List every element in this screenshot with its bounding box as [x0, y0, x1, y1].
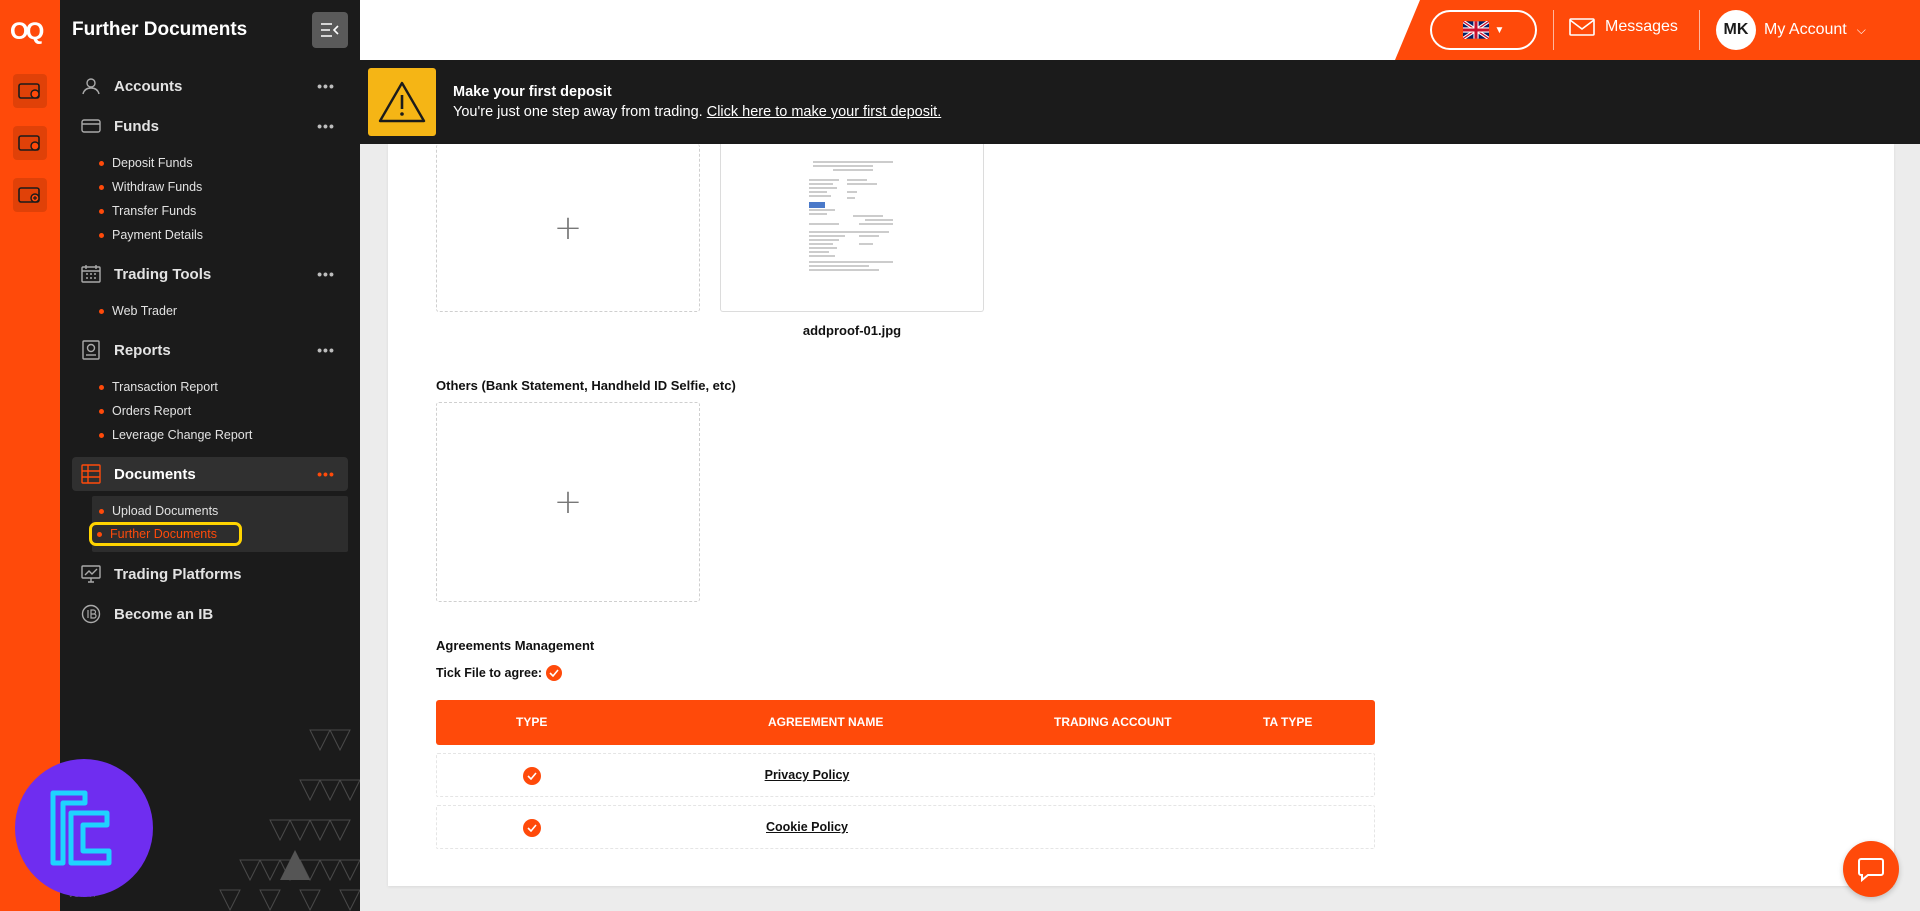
watermark-logo — [15, 759, 153, 897]
sidebar-item-documents[interactable]: Documents ••• — [72, 457, 348, 491]
sidebar-subitem-leverage-change-report[interactable]: Leverage Change Report — [99, 428, 252, 442]
column-type: TYPE — [516, 715, 548, 729]
agree-checkbox[interactable] — [523, 819, 541, 837]
app-logo[interactable]: OQ — [10, 18, 52, 45]
ib-icon — [80, 603, 102, 625]
sidebar-item-accounts[interactable]: Accounts ••• — [72, 69, 348, 103]
sidebar-subitem-withdraw-funds[interactable]: Withdraw Funds — [99, 180, 202, 194]
add-wallet-icon — [18, 187, 40, 203]
sidebar-item-trading-tools[interactable]: Trading Tools ••• — [72, 257, 348, 291]
sidebar-subitem-payment-details[interactable]: Payment Details — [99, 228, 203, 242]
divider — [1699, 10, 1700, 50]
agreements-title: Agreements Management — [436, 638, 595, 653]
calendar-icon — [80, 263, 102, 285]
sidebar-subitem-orders-report[interactable]: Orders Report — [99, 404, 191, 418]
sidebar-item-become-an-ib[interactable]: Become an IB — [72, 597, 348, 631]
column-trading-account: TRADING ACCOUNT — [1054, 715, 1172, 729]
divider — [1553, 10, 1554, 50]
agreement-link-privacy-policy[interactable]: Privacy Policy — [737, 768, 877, 782]
chat-icon — [1858, 858, 1884, 882]
sidebar-subitem-transfer-funds[interactable]: Transfer Funds — [99, 204, 196, 218]
document-thumbnail[interactable] — [720, 144, 984, 312]
sidebar-subitem-upload-documents[interactable]: Upload Documents — [99, 504, 218, 518]
decorative-triangles — [219, 729, 360, 911]
more-icon[interactable]: ••• — [316, 266, 336, 282]
sidebar-subitem-deposit-funds[interactable]: Deposit Funds — [99, 156, 193, 170]
account-menu[interactable]: MK My Account ⌵ — [1716, 10, 1866, 50]
funds-icon — [80, 115, 102, 137]
platforms-icon — [80, 563, 102, 585]
document-preview-icon — [803, 158, 903, 278]
reports-icon — [80, 339, 102, 361]
collapse-menu-icon — [321, 23, 339, 37]
language-selector[interactable]: ▼ — [1430, 10, 1537, 50]
table-row: Privacy Policy — [436, 753, 1375, 797]
column-agreement-name: AGREEMENT NAME — [768, 715, 884, 729]
accounts-icon — [80, 75, 102, 97]
wallet-icon — [18, 83, 40, 99]
table-row: Cookie Policy — [436, 805, 1375, 849]
others-section-title: Others (Bank Statement, Handheld ID Self… — [436, 378, 736, 393]
more-icon[interactable]: ••• — [316, 118, 336, 134]
sidebar-title: Further Documents — [72, 19, 248, 40]
deposit-banner: Make your first deposit You're just one … — [360, 60, 1920, 144]
others-upload-dropzone[interactable]: + — [436, 402, 700, 602]
documents-icon — [80, 463, 102, 485]
messages-label: Messages — [1605, 18, 1678, 35]
card-icon — [18, 135, 40, 151]
tick-to-agree: Tick File to agree: — [436, 665, 563, 681]
sidebar-item-reports[interactable]: Reports ••• — [72, 333, 348, 367]
warning-icon — [368, 68, 436, 136]
account-label: My Account — [1764, 21, 1847, 38]
more-icon[interactable]: ••• — [316, 466, 336, 482]
uk-flag-icon — [1462, 21, 1489, 39]
more-icon[interactable]: ••• — [316, 342, 336, 358]
first-deposit-link[interactable]: Click here to make your first deposit. — [707, 104, 942, 120]
sidebar-subitem-web-trader[interactable]: Web Trader — [99, 304, 177, 318]
document-filename: addproof-01.jpg — [802, 323, 902, 338]
sidebar-item-funds[interactable]: Funds ••• — [72, 109, 348, 143]
plus-icon: + — [553, 482, 583, 522]
agree-checkbox[interactable] — [523, 767, 541, 785]
sidebar-subitem-transaction-report[interactable]: Transaction Report — [99, 380, 218, 394]
plus-icon: + — [553, 207, 583, 248]
upload-dropzone[interactable]: + — [436, 144, 700, 312]
sidebar-subitem-further-documents[interactable]: Further Documents — [89, 522, 242, 546]
sidebar-collapse-button[interactable] — [312, 12, 348, 48]
agreement-link-cookie-policy[interactable]: Cookie Policy — [737, 820, 877, 834]
column-ta-type: TA TYPE — [1263, 715, 1313, 729]
caret-down-icon: ▼ — [1494, 24, 1505, 36]
avatar: MK — [1716, 10, 1756, 50]
chevron-down-icon: ⌵ — [1856, 22, 1866, 37]
check-icon[interactable] — [546, 665, 563, 681]
rail-accounts-button[interactable] — [13, 74, 47, 108]
rail-funds-button[interactable] — [13, 126, 47, 160]
agreements-table-header: TYPE AGREEMENT NAME TRADING ACCOUNT TA T… — [436, 700, 1375, 745]
rail-add-account-button[interactable] — [13, 178, 47, 212]
chat-button[interactable] — [1843, 841, 1899, 897]
banner-title: Make your first deposit — [453, 84, 612, 100]
sidebar-item-trading-platforms[interactable]: Trading Platforms — [72, 557, 348, 591]
banner-text: You're just one step away from trading. … — [453, 104, 942, 120]
more-icon[interactable]: ••• — [316, 78, 336, 94]
messages-button[interactable]: Messages — [1569, 18, 1678, 36]
envelope-icon — [1569, 18, 1595, 36]
